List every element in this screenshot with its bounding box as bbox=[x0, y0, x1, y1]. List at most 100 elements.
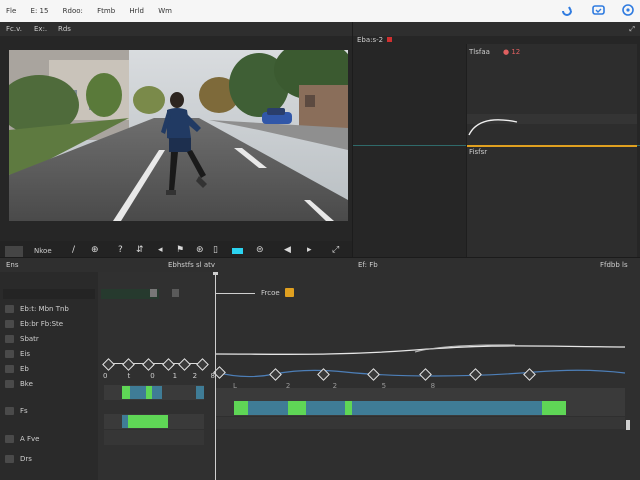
track-headers: Eb:t: Mbn Tnb Eb:br Fb:Ste Sbatr Eis Eb … bbox=[0, 272, 98, 480]
step-forward-icon[interactable]: ⊛ bbox=[196, 245, 204, 255]
menu-item-file[interactable]: Fle bbox=[6, 7, 16, 15]
title-bar: Fle E: 15 Rdoo: Ftmb Hrld Wm bbox=[0, 0, 640, 22]
menu-bar: Fle E: 15 Rdoo: Ftmb Hrld Wm bbox=[6, 7, 184, 16]
tab-effects[interactable]: Ex:. bbox=[34, 25, 47, 34]
track-icon bbox=[5, 350, 14, 358]
track-header[interactable]: Eb:br Fb:Ste bbox=[0, 317, 98, 331]
track-icon bbox=[5, 335, 14, 343]
track-icon bbox=[5, 435, 14, 443]
clip-track-row bbox=[215, 417, 625, 429]
marker-icon[interactable] bbox=[285, 288, 294, 297]
track-icon bbox=[5, 365, 14, 373]
menu-item-timeline[interactable]: Ftmb bbox=[97, 7, 115, 15]
track-header[interactable]: Bke bbox=[0, 377, 98, 391]
playhead-label: Frcoe bbox=[261, 289, 280, 297]
track-header[interactable]: Sbatr bbox=[0, 332, 98, 346]
track-name: Eb:t: Mbn Tnb bbox=[20, 305, 69, 313]
track-header[interactable]: A Fve bbox=[0, 432, 98, 446]
timeline-toolbar-left: Ens bbox=[6, 261, 19, 269]
loop-icon[interactable]: ⊕ bbox=[91, 245, 99, 255]
track-name: A Fve bbox=[20, 435, 40, 443]
menu-item-help[interactable]: Hrld bbox=[129, 7, 144, 15]
clip-green-segment[interactable] bbox=[345, 401, 352, 415]
clip-track-row bbox=[215, 388, 625, 400]
prev-frame-icon[interactable]: ◀ bbox=[284, 245, 291, 255]
cut-icon[interactable]: / bbox=[72, 245, 75, 255]
menu-item-window[interactable]: Wm bbox=[158, 7, 172, 15]
track-name: Eis bbox=[20, 350, 31, 358]
clip[interactable] bbox=[122, 415, 168, 428]
keyframe[interactable] bbox=[196, 358, 209, 371]
video-frame[interactable] bbox=[9, 50, 348, 221]
active-marker-icon[interactable] bbox=[232, 248, 243, 254]
timeline-toolbar-right[interactable]: Ffdbb ls bbox=[600, 261, 628, 270]
track-name: Sbatr bbox=[20, 335, 39, 343]
track-icon bbox=[5, 407, 14, 415]
filter-toggle-icon[interactable] bbox=[150, 289, 157, 297]
speed-icon[interactable]: ⊜ bbox=[256, 245, 264, 255]
cloud-icon[interactable] bbox=[590, 1, 608, 19]
playhead-handle[interactable] bbox=[213, 272, 218, 275]
timeline-toolbar-title: Ebhstfs sl atv bbox=[168, 261, 216, 269]
timeline-toolbar-icons[interactable]: Ef: Fb bbox=[358, 261, 378, 270]
graph-panel-header: ⤢ bbox=[353, 22, 640, 36]
keyframe-column: 0 t 0 1 2 8 bbox=[98, 272, 215, 480]
step-back-icon[interactable]: ◂ bbox=[158, 245, 163, 255]
tab-viewer[interactable]: Fc.v. bbox=[6, 25, 22, 34]
track-name: Bke bbox=[20, 380, 33, 388]
main-clip[interactable] bbox=[234, 401, 566, 415]
clip-green-segment[interactable] bbox=[542, 401, 566, 415]
track-name: Eb bbox=[20, 365, 29, 373]
viewer-thumb-icon[interactable] bbox=[5, 246, 23, 257]
track-header[interactable]: Eb bbox=[0, 362, 98, 376]
track-name: Drs bbox=[20, 455, 32, 463]
panel-close-icon[interactable]: ⤢ bbox=[629, 25, 635, 34]
mark-in-icon[interactable]: ? bbox=[118, 245, 123, 255]
play-icon[interactable]: ⚑ bbox=[176, 245, 184, 255]
keyframe[interactable] bbox=[178, 358, 191, 371]
clip-track-row bbox=[104, 430, 204, 445]
timeline-area[interactable]: Frcoe L 2 2 5 8 bbox=[213, 272, 640, 480]
track-icon bbox=[5, 380, 14, 388]
menu-item-edit[interactable]: E: 15 bbox=[31, 7, 49, 15]
clip-green-segment[interactable] bbox=[122, 386, 130, 399]
keyframe[interactable] bbox=[122, 358, 135, 371]
stop-icon[interactable]: ▯ bbox=[213, 245, 218, 255]
playhead[interactable] bbox=[215, 272, 216, 480]
clip-green-segment[interactable] bbox=[234, 401, 248, 415]
timeline-guide-line bbox=[215, 293, 255, 294]
mark-out-icon[interactable]: ⇵ bbox=[136, 245, 144, 255]
track-header[interactable]: Eis bbox=[0, 347, 98, 361]
track-icon bbox=[5, 320, 14, 328]
curve-editor[interactable]: Tlsfaa ● 12 Fisfsr bbox=[466, 44, 637, 257]
menu-item-render[interactable]: Rdoo: bbox=[63, 7, 83, 15]
app-icon[interactable] bbox=[558, 1, 576, 19]
track-icon bbox=[5, 455, 14, 463]
clip[interactable] bbox=[196, 386, 204, 399]
clip-name: Nkoe bbox=[34, 247, 52, 255]
video-preview-image bbox=[9, 50, 348, 221]
track-header[interactable]: Eb:t: Mbn Tnb bbox=[0, 302, 98, 316]
keyframe[interactable] bbox=[142, 358, 155, 371]
track-search-bar[interactable] bbox=[3, 289, 95, 299]
fullscreen-icon[interactable]: ⤢ bbox=[332, 245, 339, 255]
track-icon bbox=[5, 305, 14, 313]
keyframe[interactable] bbox=[102, 358, 115, 371]
tab-render[interactable]: Rds bbox=[58, 25, 71, 34]
clip-blue-segment[interactable] bbox=[122, 415, 128, 428]
track-name: Eb:br Fb:Ste bbox=[20, 320, 64, 328]
curve-track-label: Fisfsr bbox=[469, 148, 488, 156]
clip-green-segment[interactable] bbox=[146, 386, 152, 399]
curve-editor-title: Tlsfaa bbox=[469, 48, 490, 56]
settings-icon[interactable] bbox=[619, 1, 637, 19]
clip-green-segment[interactable] bbox=[288, 401, 306, 415]
timeline-toolbar: Ens Ebhstfs sl atv Ef: Fb Ffdbb ls bbox=[0, 257, 640, 273]
vertical-scrollbar[interactable] bbox=[626, 420, 630, 430]
track-header[interactable]: Fs bbox=[0, 404, 98, 418]
easing-curve[interactable] bbox=[467, 114, 527, 136]
next-frame-icon[interactable]: ▸ bbox=[307, 245, 312, 255]
filter-option-icon[interactable] bbox=[172, 289, 179, 297]
keyframe[interactable] bbox=[162, 358, 175, 371]
graph-header-label: Eba:s-2 bbox=[357, 36, 393, 45]
track-header[interactable]: Drs bbox=[0, 452, 98, 466]
